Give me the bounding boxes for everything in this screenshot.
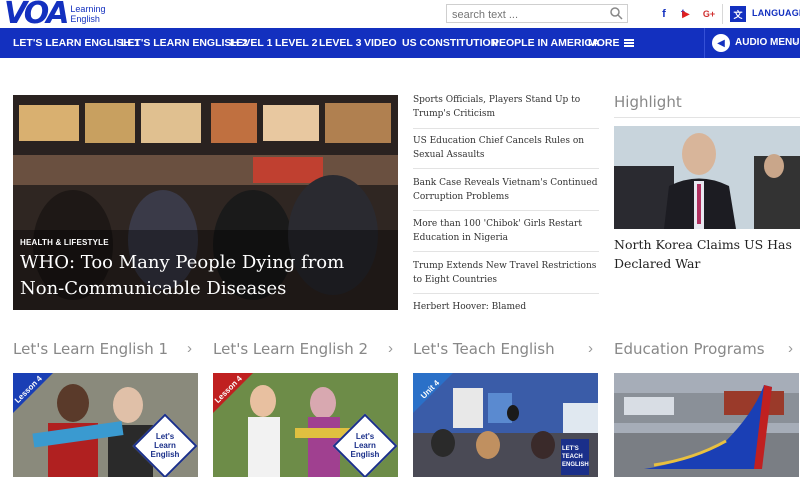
highlight-image[interactable] bbox=[614, 126, 800, 229]
voa-logo[interactable]: VOA Learning English bbox=[4, 0, 116, 31]
youtube-icon[interactable]: ▶ bbox=[678, 6, 694, 22]
section-image-edu[interactable] bbox=[614, 373, 799, 477]
audio-menu-button[interactable]: ◀ AUDIO MENU ⌄ bbox=[704, 28, 800, 58]
lte-badge-text: LET'S TEACH ENGLISH bbox=[562, 446, 589, 468]
languages-icon[interactable]: 文 bbox=[730, 6, 746, 22]
section-heading-edu[interactable]: Education Programs bbox=[614, 340, 765, 358]
story-divider bbox=[413, 293, 599, 294]
nav-item-video[interactable]: VIDEO bbox=[364, 28, 397, 58]
nav-item-us-constitution[interactable]: US CONSTITUTION bbox=[402, 28, 498, 58]
list-item[interactable]: More than 100 'Chibok' Girls Restart Edu… bbox=[413, 217, 599, 245]
chevron-right-icon[interactable]: › bbox=[588, 340, 593, 357]
nav-more-label: MORE bbox=[588, 37, 620, 49]
story-divider bbox=[413, 128, 599, 129]
nav-item-lle2[interactable]: LET'S LEARN ENGLISH 2 bbox=[121, 28, 248, 58]
lle-badge-text: Let's Learn English bbox=[350, 432, 380, 459]
search-input[interactable] bbox=[447, 6, 607, 24]
hero-story[interactable]: HEALTH & LIFESTYLE WHO: Too Many People … bbox=[13, 95, 398, 310]
story-divider bbox=[413, 210, 599, 211]
googleplus-icon[interactable]: G+ bbox=[700, 6, 718, 22]
chevron-down-icon: ⌄ bbox=[791, 36, 799, 46]
lle-badge-text: Let's Learn English bbox=[150, 432, 180, 459]
list-item[interactable]: Bank Case Reveals Vietnam's Continued Co… bbox=[413, 176, 599, 204]
section-image-lle2[interactable]: Lesson 4 Let's Learn English bbox=[213, 373, 398, 477]
chevron-right-icon[interactable]: › bbox=[388, 340, 393, 357]
section-image-lle1[interactable]: Lesson 4 Let's Learn English bbox=[13, 373, 198, 477]
highlight-title[interactable]: North Korea Claims US Has Declared War bbox=[614, 235, 800, 273]
speaker-icon: ◀ bbox=[712, 34, 730, 52]
logo-subtitle: Learning English bbox=[70, 4, 106, 24]
chevron-right-icon[interactable]: › bbox=[187, 340, 192, 357]
highlight-divider bbox=[614, 117, 800, 118]
list-item[interactable]: US Education Chief Cancels Rules on Sexu… bbox=[413, 134, 599, 162]
search-icon[interactable] bbox=[610, 7, 623, 20]
languages-link[interactable]: LANGUAGES bbox=[752, 8, 800, 18]
nav-item-level2[interactable]: LEVEL 2 bbox=[275, 28, 317, 58]
hero-category[interactable]: HEALTH & LIFESTYLE bbox=[20, 238, 109, 247]
list-item[interactable]: Sports Officials, Players Stand Up to Tr… bbox=[413, 93, 599, 121]
section-heading-lte[interactable]: Let's Teach English bbox=[413, 340, 555, 358]
header-divider bbox=[722, 4, 723, 24]
nav-item-level1[interactable]: LEVEL 1 bbox=[230, 28, 272, 58]
hamburger-icon bbox=[623, 39, 634, 48]
list-item[interactable]: Trump Extends New Travel Restrictions to… bbox=[413, 259, 599, 287]
chevron-right-icon[interactable]: › bbox=[788, 340, 793, 357]
main-nav: LET'S LEARN ENGLISH 1 LET'S LEARN ENGLIS… bbox=[0, 28, 800, 58]
search-box bbox=[446, 4, 628, 24]
site-header: VOA Learning English f t ▶ G+ 文 LANGUAGE… bbox=[0, 0, 800, 31]
section-heading-lle1[interactable]: Let's Learn English 1 bbox=[13, 340, 168, 358]
nav-item-level3[interactable]: LEVEL 3 bbox=[319, 28, 361, 58]
story-divider bbox=[413, 251, 599, 252]
story-divider bbox=[413, 168, 599, 169]
audio-menu-label: AUDIO MENU bbox=[735, 37, 800, 48]
list-item[interactable]: Herbert Hoover: Blamed bbox=[413, 300, 599, 314]
section-heading-lle2[interactable]: Let's Learn English 2 bbox=[213, 340, 368, 358]
logo-mark: VOA bbox=[4, 0, 69, 31]
section-image-lte[interactable]: Unit 4 LET'S TEACH ENGLISH bbox=[413, 373, 598, 477]
nav-item-more[interactable]: MORE bbox=[588, 28, 634, 58]
facebook-icon[interactable]: f bbox=[656, 6, 672, 22]
highlight-heading: Highlight bbox=[614, 93, 682, 111]
hero-title[interactable]: WHO: Too Many People Dying from Non-Comm… bbox=[20, 250, 390, 302]
nav-item-people-in-america[interactable]: PEOPLE IN AMERICA bbox=[492, 28, 600, 58]
